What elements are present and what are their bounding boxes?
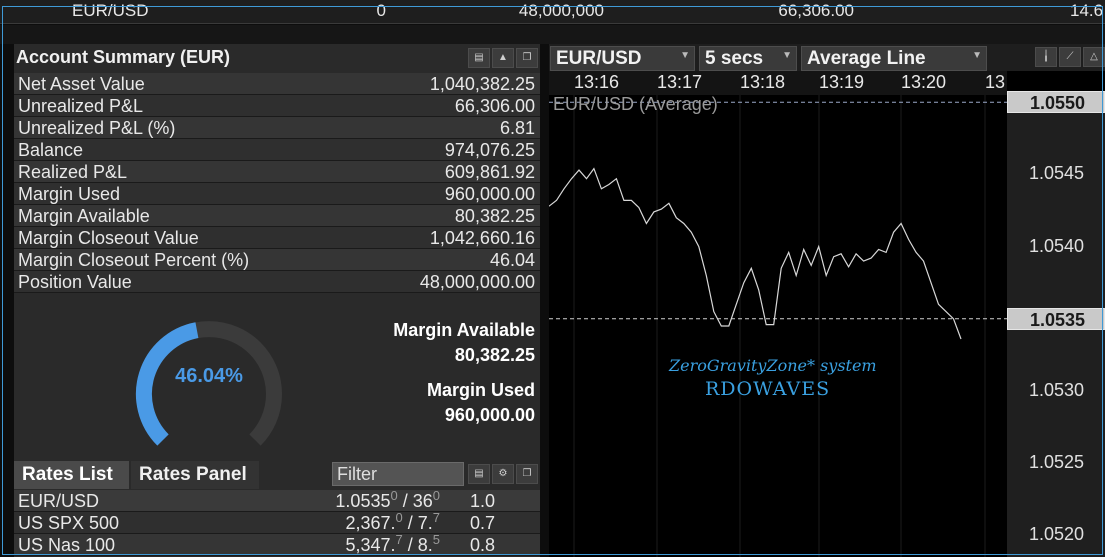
table-row: Margin Used 960,000.00 bbox=[14, 183, 540, 205]
row-value: 46.04 bbox=[489, 250, 535, 270]
chart-plot-area[interactable] bbox=[549, 95, 1007, 557]
table-row: Realized P&L 609,861.92 bbox=[14, 161, 540, 183]
rate-price: 2,367.0 / 7.7 bbox=[345, 510, 440, 533]
row-label: Margin Available bbox=[18, 206, 150, 226]
row-value: 66,306.00 bbox=[454, 96, 535, 116]
row-label: Realized P&L bbox=[18, 162, 128, 182]
price-tick: 1.0520 bbox=[1029, 524, 1085, 545]
time-tick: 13:20 bbox=[901, 72, 947, 92]
chevron-down-icon: ▼ bbox=[972, 50, 982, 61]
margin-available-label: Margin Available bbox=[393, 320, 535, 340]
rate-spread: 0.8 bbox=[470, 535, 496, 555]
time-axis: 13:16 13:17 13:18 13:19 13:20 13 bbox=[549, 71, 1007, 95]
series-line bbox=[549, 167, 962, 340]
row-value: 6.81 bbox=[499, 118, 535, 138]
rate-row-eurusd[interactable]: EUR/USD 1.05350 / 360 1.0 bbox=[14, 488, 540, 512]
rate-price: 1.05350 / 360 bbox=[335, 488, 440, 511]
table-row: Unrealized P&L 66,306.00 bbox=[14, 95, 540, 117]
price-axis: 1.0545 1.0540 1.0530 1.0525 1.0520 1.055… bbox=[1007, 91, 1105, 557]
price-tick: 1.0540 bbox=[1029, 235, 1085, 256]
row-value: 80,382.25 bbox=[454, 206, 535, 226]
rate-name: US Nas 100 bbox=[18, 535, 116, 555]
popout-window-icon[interactable]: ❐ bbox=[516, 464, 538, 484]
time-tick: 13:19 bbox=[819, 72, 865, 92]
interval-select[interactable]: 5 secs ▼ bbox=[699, 46, 797, 71]
rate-spread: 0.7 bbox=[470, 513, 496, 533]
collapse-up-icon[interactable]: ▲ bbox=[492, 48, 514, 68]
time-tick: 13 bbox=[985, 72, 1006, 92]
row-value: 974,076.25 bbox=[444, 140, 535, 160]
margin-used-value: 960,000.00 bbox=[444, 405, 535, 425]
tab-rates-panel[interactable]: Rates Panel bbox=[131, 461, 259, 489]
account-summary-table: Net Asset Value 1,040,382.25 Unrealized P… bbox=[14, 73, 540, 293]
margin-used-label: Margin Used bbox=[426, 380, 535, 400]
chevron-down-icon: ▼ bbox=[680, 50, 690, 61]
table-row: Margin Closeout Percent (%) 46.04 bbox=[14, 249, 540, 271]
series-name-label: EUR/USD (Average) bbox=[553, 94, 718, 114]
watermark-brand: RDOWAVES bbox=[705, 378, 831, 400]
tab-rates-list[interactable]: Rates List bbox=[14, 461, 129, 489]
position-col-1: 0 bbox=[376, 1, 386, 20]
time-tick: 13:18 bbox=[740, 72, 786, 92]
table-row: Position Value 48,000,000.00 bbox=[14, 271, 540, 293]
position-col-5: 14.6 bbox=[1070, 1, 1104, 20]
instrument-select[interactable]: EUR/USD ▼ bbox=[550, 46, 695, 71]
price-tick: 1.0545 bbox=[1029, 163, 1085, 184]
table-row: Balance 974,076.25 bbox=[14, 139, 540, 161]
current-price-box: 1.0535 bbox=[1007, 307, 1105, 330]
row-label: Margin Closeout Value bbox=[18, 228, 199, 248]
gauge-percent-label: 46.04% bbox=[175, 365, 243, 387]
grid-lines bbox=[573, 95, 986, 557]
position-row[interactable]: EUR/USD 0 48,000,000 66,306.00 14.6 bbox=[0, 0, 1105, 24]
filter-input[interactable] bbox=[332, 462, 464, 486]
divider-band bbox=[0, 25, 1105, 44]
chevron-down-icon: ▼ bbox=[782, 50, 792, 61]
draw-line-icon[interactable]: ⟋ bbox=[1059, 47, 1081, 67]
chart-type-icon[interactable]: △ bbox=[1083, 47, 1105, 67]
watermark-system: ZeroGravityZone* system bbox=[669, 356, 877, 375]
rates-panel: Rates List Rates Panel ▤ ⚙ ❐ EUR/USD 1.0… bbox=[14, 459, 540, 557]
rate-name: EUR/USD bbox=[18, 491, 100, 511]
time-tick: 13:16 bbox=[574, 72, 620, 92]
table-row: Margin Available 80,382.25 bbox=[14, 205, 540, 227]
rate-price: 5,347.7 / 8.5 bbox=[345, 532, 440, 555]
panel-menu-icon[interactable]: ▤ bbox=[468, 48, 490, 68]
rate-row-spx500[interactable]: US SPX 500 2,367.0 / 7.7 0.7 bbox=[14, 510, 540, 534]
candlestick-icon[interactable]: ╽ bbox=[1035, 47, 1057, 67]
panel-menu-icon[interactable]: ▤ bbox=[468, 464, 490, 484]
position-units: 48,000,000 bbox=[518, 1, 604, 20]
row-value: 1,042,660.16 bbox=[429, 228, 535, 248]
settings-gear-icon[interactable]: ⚙ bbox=[492, 464, 514, 484]
row-label: Margin Used bbox=[18, 184, 121, 204]
table-row: Unrealized P&L (%) 6.81 bbox=[14, 117, 540, 139]
row-label: Net Asset Value bbox=[18, 74, 145, 94]
row-value: 960,000.00 bbox=[444, 184, 535, 204]
table-row: Net Asset Value 1,040,382.25 bbox=[14, 73, 540, 95]
price-tick: 1.0525 bbox=[1029, 452, 1085, 473]
row-value: 1,040,382.25 bbox=[429, 74, 535, 94]
price-tick: 1.0530 bbox=[1029, 379, 1085, 400]
row-value: 48,000,000.00 bbox=[419, 272, 535, 292]
position-instrument: EUR/USD bbox=[72, 1, 149, 20]
row-label: Balance bbox=[18, 140, 84, 160]
price-chart-panel: EUR/USD ▼ 5 secs ▼ Average Line ▼ ╽ ⟋ △ 13:… bbox=[549, 44, 1105, 557]
row-label: Unrealized P&L bbox=[18, 96, 144, 116]
time-tick: 13:17 bbox=[657, 72, 703, 92]
rate-name: US SPX 500 bbox=[18, 513, 120, 533]
top-price-box: 1.0550 bbox=[1007, 91, 1105, 114]
account-summary-panel: Account Summary (EUR) ▤ ▲ ❐ Net Asset Va… bbox=[14, 44, 540, 459]
row-value: 609,861.92 bbox=[444, 162, 535, 182]
popout-window-icon[interactable]: ❐ bbox=[516, 48, 538, 68]
table-row: Margin Closeout Value 1,042,660.16 bbox=[14, 227, 540, 249]
chart-style-select[interactable]: Average Line ▼ bbox=[801, 46, 987, 71]
row-label: Margin Closeout Percent (%) bbox=[18, 250, 250, 270]
row-label: Unrealized P&L (%) bbox=[18, 118, 176, 138]
position-profit: 66,306.00 bbox=[778, 1, 854, 20]
rate-spread: 1.0 bbox=[470, 491, 496, 511]
rate-row-nas100[interactable]: US Nas 100 5,347.7 / 8.5 0.8 bbox=[14, 532, 540, 556]
account-summary-title: Account Summary (EUR) bbox=[16, 47, 231, 67]
row-label: Position Value bbox=[18, 272, 132, 292]
chart-toolbar: EUR/USD ▼ 5 secs ▼ Average Line ▼ ╽ ⟋ △ bbox=[549, 44, 1105, 71]
margin-available-value: 80,382.25 bbox=[454, 345, 535, 365]
